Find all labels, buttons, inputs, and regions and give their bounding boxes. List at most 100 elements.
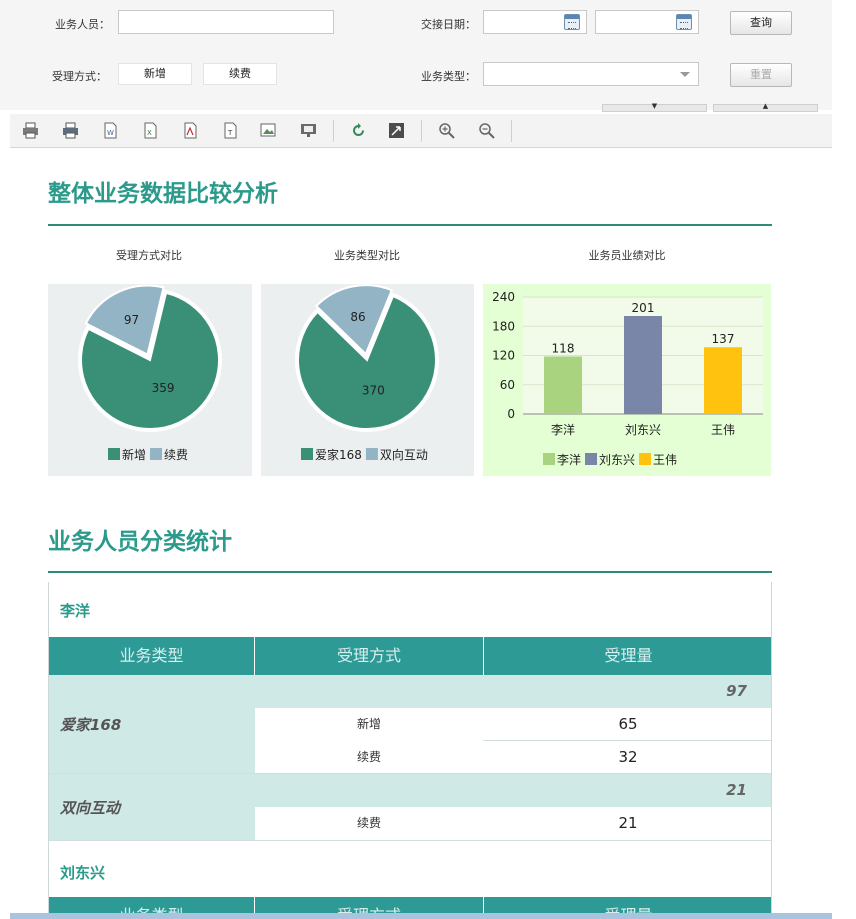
staff-chart-title: 业务员业绩对比 [588,249,666,262]
type-chart-title: 业务类型对比 [334,249,400,262]
export-word-icon[interactable]: W [102,122,119,139]
search-button[interactable]: 查询 [730,11,792,35]
method-pie-svg: 359 97 新增 续费 [78,284,222,462]
table-header: 业务类型 受理方式 受理量 [49,637,771,675]
toolbar-divider [421,120,422,142]
method-cell: 新增 [255,708,483,740]
bar-value-label: 118 [552,341,575,355]
method-cell: 续费 [255,807,483,840]
export-ppt-icon[interactable] [300,122,317,139]
method-cell: 续费 [255,741,483,773]
legend-swatch [639,453,652,465]
pie-value-label: 370 [362,383,385,397]
export-pdf-icon[interactable] [182,122,199,139]
method-chart-title: 受理方式对比 [116,249,182,262]
print-icon[interactable] [22,122,39,139]
business-type-cell: 双向互动 [49,774,255,840]
refresh-icon[interactable] [350,122,367,139]
chevron-down-icon: ▼ [651,102,658,110]
date-from-input[interactable] [483,10,587,34]
quantity-cell: 21 [483,807,771,840]
y-tick-label: 120 [492,349,515,363]
export-text-icon[interactable]: T [222,122,239,139]
overview-divider [48,224,772,226]
subtotal-cell: 97 [255,675,771,708]
x-tick-label: 王伟 [711,423,735,437]
quantity-cell: 32 [483,741,771,773]
subtotal-cell: 21 [255,774,771,807]
zoom-in-icon[interactable] [438,122,455,139]
export-excel-icon[interactable]: X [142,122,159,139]
pie-value-label: 86 [350,310,365,324]
legend-swatch [365,448,378,460]
legend-label: 双向互动 [380,447,428,462]
svg-text:W: W [107,129,114,137]
legend-swatch [543,453,555,465]
pie-value-label: 97 [124,313,139,327]
print-preview-icon[interactable] [62,122,79,139]
staff-bar-chart: 0 60 120 180 240 118 李洋 201 刘东兴 137 王伟 李洋 刘东兴 王伟 [483,284,771,476]
calendar-icon[interactable] [676,14,692,30]
type-select[interactable] [483,62,699,86]
query-panel: 业务人员： 交接日期： 查询 受理方式： 新增 续费 业务类型： 重置 ▼ ▲ [0,0,832,112]
chevron-down-icon [680,72,690,77]
x-tick-label: 李洋 [551,422,575,437]
method-option-new[interactable]: 新增 [118,63,192,85]
y-tick-label: 0 [507,407,515,421]
bar [544,356,582,414]
legend-swatch [301,448,313,460]
staff-stats-title: 业务人员分类统计 [48,529,232,555]
zoom-out-icon[interactable] [478,122,495,139]
legend-label: 爱家168 [315,447,362,462]
collapse-up-tab[interactable]: ▲ [713,102,818,112]
toolbar-divider [511,120,512,142]
bar [624,316,662,414]
fullscreen-icon[interactable] [388,122,405,139]
staff-input[interactable] [118,10,334,34]
y-tick-label: 60 [500,378,515,392]
staff-bar-svg: 060120180240118李洋201刘东兴137王伟李洋 刘东兴 王伟 [492,290,763,467]
header-method: 受理方式 [336,646,401,665]
legend-label: 刘东兴 [599,453,635,467]
header-business-type: 业务类型 [119,646,184,665]
bar-value-label: 137 [712,332,735,346]
legend-label: 续费 [164,448,188,462]
type-pie-chart: 370 86 爱家168 双向互动 [261,284,474,476]
y-tick-label: 240 [492,290,515,304]
legend-swatch [108,448,120,460]
legend-swatch [150,448,163,460]
report-toolbar: W X T [10,114,832,148]
svg-text:X: X [147,129,152,137]
person-name: 刘东兴 [60,864,106,882]
y-tick-label: 180 [492,319,515,333]
svg-text:T: T [227,129,233,137]
toolbar-divider [333,120,334,142]
export-image-icon[interactable] [260,122,277,139]
quantity-cell: 65 [483,708,771,740]
method-label: 受理方式： [52,70,107,83]
overview-title: 整体业务数据比较分析 [48,181,278,207]
collapse-down-tab[interactable]: ▼ [602,102,707,112]
bar [704,347,742,414]
type-pie-svg: 370 86 爱家168 双向互动 [295,284,439,462]
method-pie-chart: 359 97 新增 续费 [48,284,252,476]
legend-label: 王伟 [653,453,677,467]
row-divider [49,840,771,841]
pie-value-label: 359 [152,381,175,395]
legend-label: 李洋 [557,452,581,467]
calendar-icon[interactable] [564,14,580,30]
header-quantity: 受理量 [604,646,653,665]
date-label: 交接日期： [421,18,476,31]
bar-value-label: 201 [632,301,655,315]
x-tick-label: 刘东兴 [625,423,661,437]
legend-label: 新增 [122,447,146,462]
type-label: 业务类型： [421,70,476,83]
legend-swatch [585,453,598,465]
business-type-cell: 爱家168 [49,675,255,773]
reset-button[interactable]: 重置 [730,63,792,87]
method-option-renew[interactable]: 续费 [203,63,277,85]
staff-stats-table: 李洋 业务类型 受理方式 受理量 爱家168 97 新增 65 续费 32 双向… [48,582,772,919]
person-name: 李洋 [60,602,91,620]
horizontal-scrollbar[interactable] [10,913,832,919]
date-to-input[interactable] [595,10,699,34]
